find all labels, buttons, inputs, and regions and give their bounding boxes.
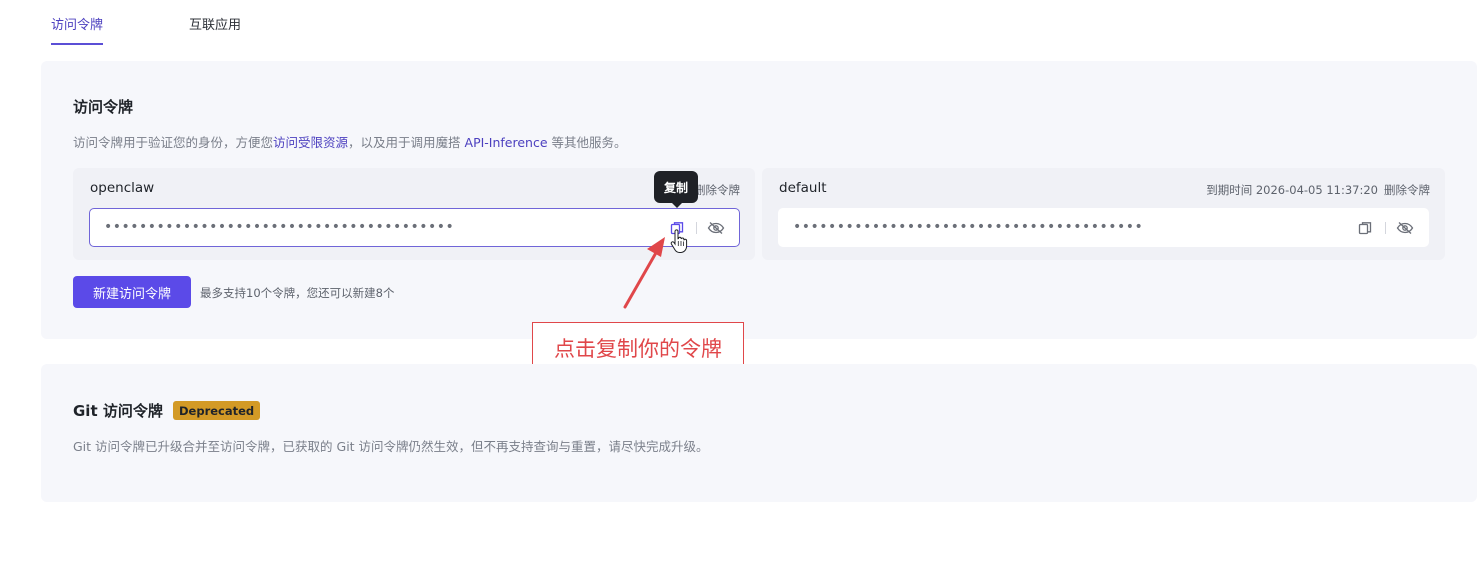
hand-cursor-icon [670, 229, 688, 253]
token-value-field[interactable]: •••••••••••••••••••••••••••••••••••••••• [778, 208, 1429, 247]
deprecated-badge: Deprecated [173, 401, 261, 420]
annotation-arrow [623, 237, 665, 309]
copy-icon[interactable] [1356, 219, 1374, 237]
git-tokens-title: Git 访问令牌 [73, 402, 163, 420]
token-expiry: 到期时间 2026-04-05 11:37:20 [1206, 183, 1378, 197]
tab-connected-apps[interactable]: 互联应用 [189, 16, 241, 36]
delete-token-button[interactable]: 删除令牌 [1384, 183, 1430, 197]
eye-off-icon[interactable] [707, 219, 725, 237]
eye-off-icon[interactable] [1396, 219, 1414, 237]
token-card-default: default 到期时间 2026-04-05 11:37:20 删除令牌 •••… [762, 168, 1445, 260]
access-tokens-title: 访问令牌 [73, 98, 134, 116]
create-token-hint: 最多支持10个令牌，您还可以新建8个 [200, 286, 395, 300]
access-tokens-card: 访问令牌 访问令牌用于验证您的身份，方便您访问受限资源，以及用于调用魔搭 API… [41, 61, 1477, 339]
token-meta: 到期时间 2026-04-05 11:37:20 删除令牌 [1206, 182, 1430, 198]
delete-token-button[interactable]: 删除令牌 [694, 183, 740, 197]
access-tokens-description: 访问令牌用于验证您的身份，方便您访问受限资源，以及用于调用魔搭 API-Infe… [73, 132, 627, 151]
token-name: openclaw [90, 180, 155, 196]
desc-text-3: 等其他服务。 [547, 135, 627, 150]
icon-divider [696, 222, 697, 234]
icon-divider [1385, 222, 1386, 234]
api-inference-link[interactable]: API-Inference [465, 135, 548, 150]
restricted-resources-link[interactable]: 访问受限资源 [273, 135, 348, 150]
copy-tooltip: 复制 [654, 171, 698, 208]
token-name: default [779, 180, 827, 196]
desc-text-1: 访问令牌用于验证您的身份，方便您 [73, 135, 274, 150]
git-tokens-description: Git 访问令牌已升级合并至访问令牌，已获取的 Git 访问令牌仍然生效，但不再… [73, 439, 709, 454]
tab-access-tokens[interactable]: 访问令牌 [51, 16, 104, 45]
create-token-button[interactable]: 新建访问令牌 [73, 276, 191, 308]
token-masked-value: •••••••••••••••••••••••••••••••••••••••• [104, 219, 455, 235]
token-masked-value: •••••••••••••••••••••••••••••••••••••••• [793, 219, 1144, 235]
git-tokens-card: Git 访问令牌 Deprecated Git 访问令牌已升级合并至访问令牌，已… [41, 364, 1477, 502]
desc-text-2: ，以及用于调用魔搭 [348, 135, 465, 150]
